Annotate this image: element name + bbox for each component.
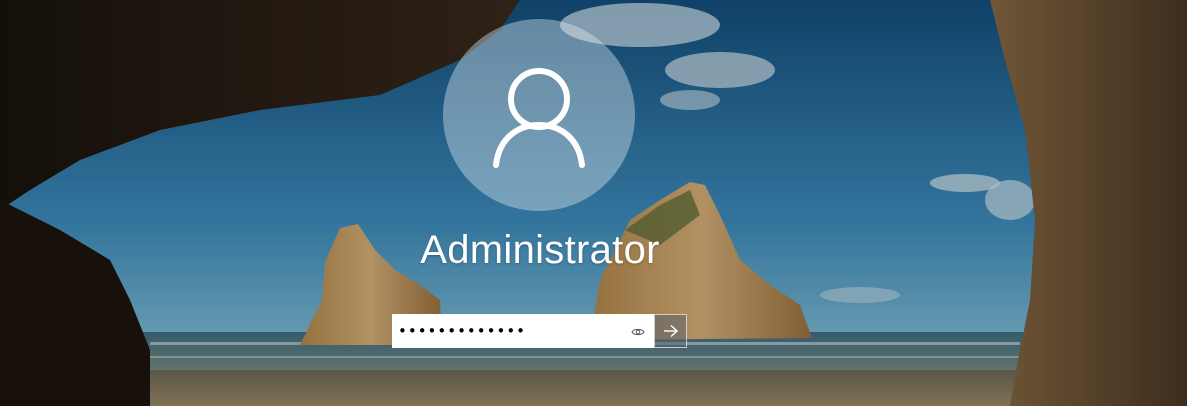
eye-icon[interactable] — [628, 322, 648, 342]
username-label: Administrator — [420, 228, 660, 272]
user-avatar — [443, 19, 635, 211]
password-row — [392, 314, 687, 348]
password-input[interactable] — [394, 316, 626, 346]
lock-screen: Administrator — [0, 0, 1187, 406]
login-panel: Administrator — [0, 0, 1187, 406]
password-field-container — [392, 314, 654, 348]
user-silhouette-icon — [493, 68, 585, 168]
arrow-right-icon — [663, 324, 678, 338]
submit-button[interactable] — [654, 314, 687, 348]
